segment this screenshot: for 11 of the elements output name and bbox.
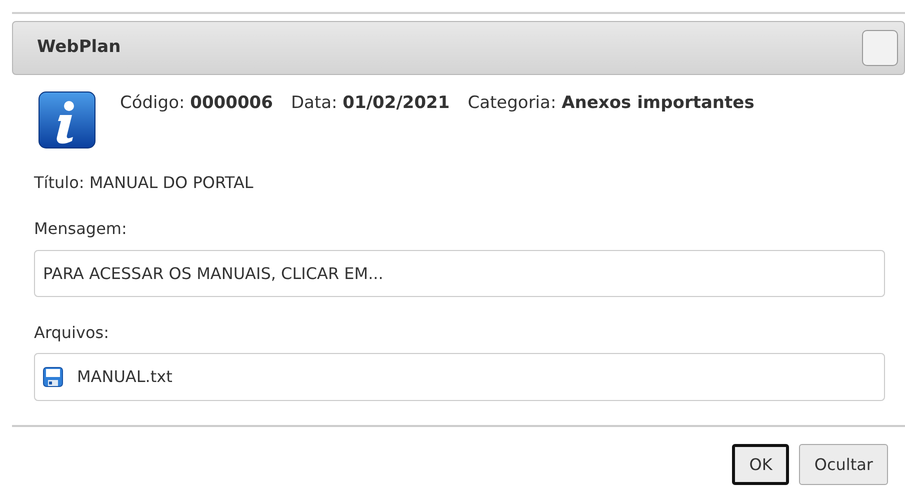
file-link[interactable]: MANUAL.txt: [77, 365, 172, 389]
dialog-button[interactable]: Ocultar: [799, 444, 888, 485]
dialog-button[interactable]: OK: [732, 444, 790, 485]
title-text: Título: MANUAL DO PORTAL: [34, 172, 254, 194]
info-icon: [38, 91, 96, 149]
message-field: PARA ACESSAR OS MANUAIS, CLICAR EM...: [34, 250, 885, 297]
dialog-title: WebPlan: [37, 36, 121, 60]
message-label: Mensagem:: [34, 218, 128, 240]
info-line: Código: 0000006 Data: 01/02/2021 Categoria: Anexos importantes: [120, 92, 756, 115]
files-label: Arquivos:: [34, 322, 110, 344]
close-button[interactable]: [862, 30, 898, 66]
